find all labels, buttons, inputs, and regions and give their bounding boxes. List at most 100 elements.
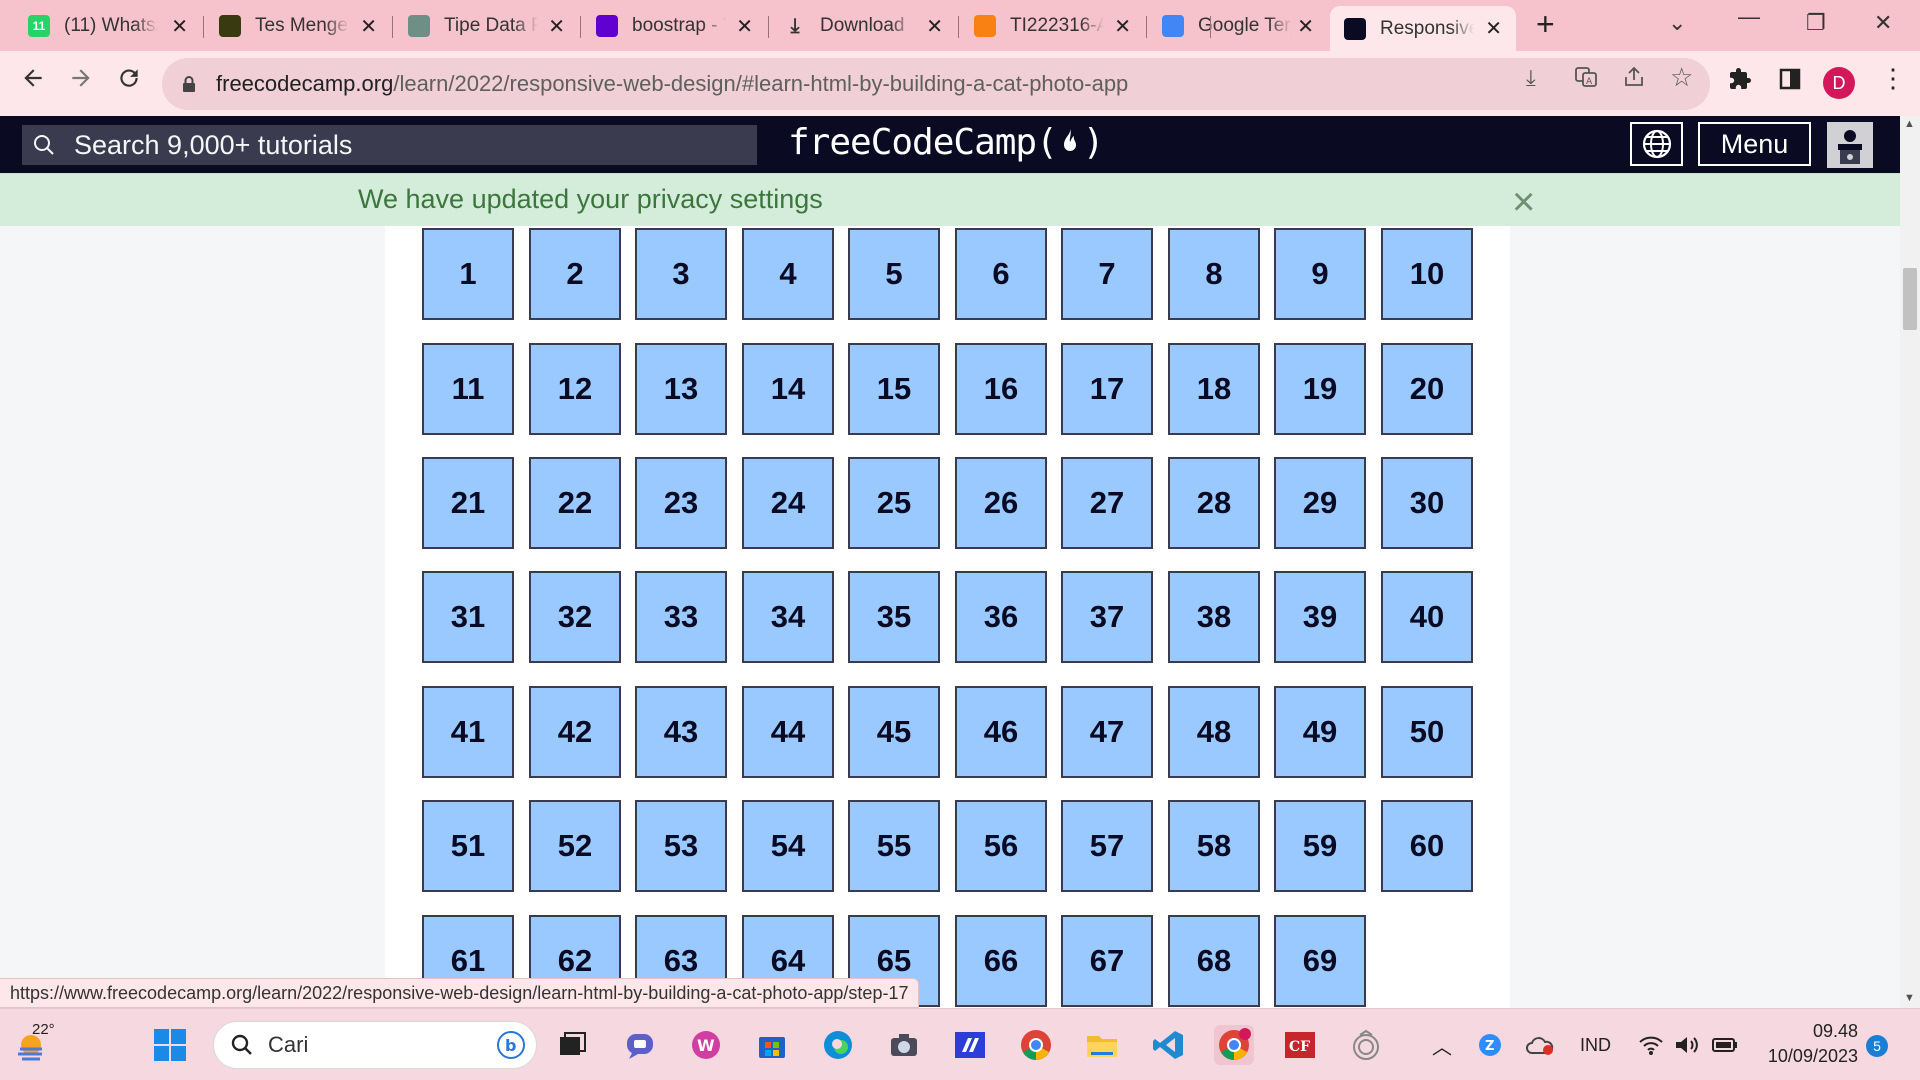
step-button[interactable]: 18 [1168, 343, 1260, 435]
app-icon-cf[interactable]: CF [1280, 1025, 1320, 1065]
step-button[interactable]: 32 [529, 571, 621, 663]
close-tab-icon[interactable]: ✕ [1114, 14, 1131, 39]
notification-badge[interactable]: 5 [1866, 1035, 1888, 1057]
wifi-icon[interactable] [1638, 1034, 1664, 1062]
scrollbar-thumb[interactable] [1903, 268, 1917, 330]
close-tab-icon[interactable]: ✕ [926, 14, 943, 39]
input-language[interactable]: IND [1580, 1035, 1611, 1056]
forward-button[interactable] [68, 65, 94, 98]
step-button[interactable]: 45 [848, 686, 940, 778]
step-button[interactable]: 46 [955, 686, 1047, 778]
vertical-scrollbar[interactable]: ▲ ▼ [1900, 116, 1920, 1008]
restore-button[interactable]: ❐ [1806, 10, 1826, 36]
zoom-app-icon[interactable]: Z [1478, 1033, 1502, 1063]
step-button[interactable]: 2 [529, 228, 621, 320]
browser-tab[interactable]: TI222316-A ✕ [960, 6, 1145, 46]
browser-tab[interactable]: Tipe Data Python ✕ [394, 6, 579, 46]
step-button[interactable]: 50 [1381, 686, 1473, 778]
app-icon-ring[interactable] [1346, 1025, 1386, 1065]
step-button[interactable]: 15 [848, 343, 940, 435]
teams-chat-icon[interactable] [620, 1025, 660, 1065]
share-icon[interactable] [1622, 65, 1646, 95]
step-button[interactable]: 16 [955, 343, 1047, 435]
step-button[interactable]: 54 [742, 800, 834, 892]
task-view-icon[interactable] [552, 1025, 592, 1065]
step-button[interactable]: 36 [955, 571, 1047, 663]
step-button[interactable]: 67 [1061, 915, 1153, 1007]
step-button[interactable]: 4 [742, 228, 834, 320]
file-explorer-icon[interactable] [1082, 1025, 1122, 1065]
volume-icon[interactable] [1674, 1034, 1700, 1062]
step-button[interactable]: 38 [1168, 571, 1260, 663]
step-button[interactable]: 40 [1381, 571, 1473, 663]
step-button[interactable]: 8 [1168, 228, 1260, 320]
close-tab-icon[interactable]: ✕ [548, 14, 565, 39]
step-button[interactable]: 20 [1381, 343, 1473, 435]
close-tab-icon[interactable]: ✕ [360, 14, 377, 39]
show-hidden-icons-icon[interactable]: ︿ [1432, 1031, 1452, 1060]
step-button[interactable]: 47 [1061, 686, 1153, 778]
step-button[interactable]: 19 [1274, 343, 1366, 435]
vscode-icon[interactable] [1148, 1025, 1188, 1065]
step-button[interactable]: 59 [1274, 800, 1366, 892]
step-button[interactable]: 69 [1274, 915, 1366, 1007]
install-app-icon[interactable]: ⤓ [1526, 65, 1536, 91]
step-button[interactable]: 28 [1168, 457, 1260, 549]
step-button[interactable]: 52 [529, 800, 621, 892]
step-button[interactable]: 49 [1274, 686, 1366, 778]
weather-widget[interactable]: 22° [14, 1021, 55, 1068]
onedrive-icon[interactable] [1526, 1035, 1554, 1061]
reload-button[interactable] [116, 65, 142, 98]
step-button[interactable]: 1 [422, 228, 514, 320]
step-button[interactable]: 57 [1061, 800, 1153, 892]
step-button[interactable]: 30 [1381, 457, 1473, 549]
step-button[interactable]: 11 [422, 343, 514, 435]
user-avatar[interactable] [1827, 122, 1873, 168]
step-button[interactable]: 43 [635, 686, 727, 778]
browser-tab[interactable]: 11 (11) WhatsApp ✕ [14, 6, 202, 46]
app-icon-w[interactable]: W [686, 1025, 726, 1065]
step-button[interactable]: 24 [742, 457, 834, 549]
step-button[interactable]: 12 [529, 343, 621, 435]
step-button[interactable]: 33 [635, 571, 727, 663]
step-button[interactable]: 44 [742, 686, 834, 778]
close-tab-icon[interactable]: ✕ [1485, 16, 1502, 41]
step-button[interactable]: 26 [955, 457, 1047, 549]
bing-icon[interactable]: b [496, 1030, 526, 1065]
close-window-button[interactable]: ✕ [1874, 10, 1892, 36]
address-bar[interactable]: freecodecamp.org/learn/2022/responsive-w… [162, 58, 1710, 110]
microsoft-store-icon[interactable] [752, 1025, 792, 1065]
step-button[interactable]: 22 [529, 457, 621, 549]
chrome-icon[interactable] [1016, 1025, 1056, 1065]
app-icon-m[interactable] [950, 1025, 990, 1065]
close-tab-icon[interactable]: ✕ [1297, 14, 1314, 39]
step-button[interactable]: 37 [1061, 571, 1153, 663]
close-tab-icon[interactable]: ✕ [736, 14, 753, 39]
scroll-up-arrow-icon[interactable]: ▲ [1904, 118, 1915, 130]
language-button[interactable] [1630, 122, 1683, 166]
step-button[interactable]: 13 [635, 343, 727, 435]
chrome-profile-icon[interactable] [1214, 1025, 1254, 1065]
step-button[interactable]: 27 [1061, 457, 1153, 549]
step-button[interactable]: 56 [955, 800, 1047, 892]
minimize-button[interactable]: — [1738, 4, 1760, 30]
bookmark-star-icon[interactable]: ☆ [1670, 62, 1693, 93]
browser-tab[interactable]: Google Terjemahan✕ [1148, 6, 1328, 46]
menu-button[interactable]: Menu [1698, 122, 1811, 166]
fcc-logo[interactable]: freeCodeCamp() [788, 122, 1104, 163]
edge-icon[interactable] [818, 1025, 858, 1065]
browser-tab[interactable]: boostrap - Yahoo ✕ [582, 6, 767, 46]
step-button[interactable]: 21 [422, 457, 514, 549]
step-button[interactable]: 60 [1381, 800, 1473, 892]
browser-tab[interactable]: Tes Mengetik ✕ [205, 6, 391, 46]
back-button[interactable] [20, 65, 46, 98]
battery-icon[interactable] [1712, 1036, 1738, 1059]
close-tab-icon[interactable]: ✕ [171, 14, 188, 39]
scroll-down-arrow-icon[interactable]: ▼ [1904, 992, 1915, 1004]
step-button[interactable]: 17 [1061, 343, 1153, 435]
step-button[interactable]: 68 [1168, 915, 1260, 1007]
step-button[interactable]: 31 [422, 571, 514, 663]
browser-tab[interactable]: ⤓ Download ✕ [770, 6, 957, 46]
step-button[interactable]: 14 [742, 343, 834, 435]
step-button[interactable]: 5 [848, 228, 940, 320]
